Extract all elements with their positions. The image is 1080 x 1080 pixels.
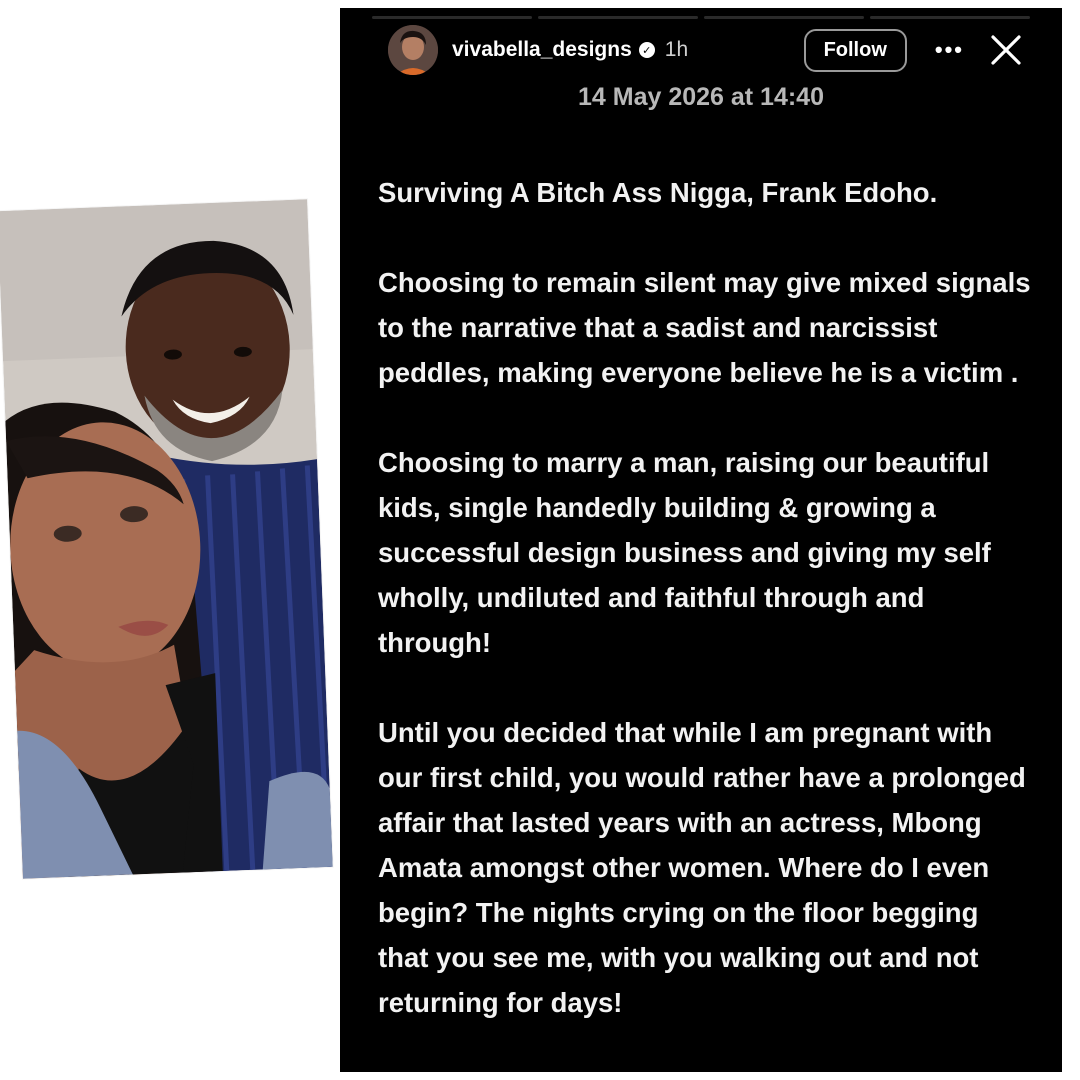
avatar[interactable]	[388, 25, 438, 75]
story-paragraph: Until you decided that while I am pregna…	[378, 717, 1026, 1018]
progress-segment	[704, 16, 864, 19]
story-header: vivabella_designs ✓ 1h Follow •••	[388, 24, 1022, 76]
couple-photo-illustration	[0, 199, 333, 879]
follow-button[interactable]: Follow	[803, 28, 907, 72]
progress-segment	[538, 16, 698, 19]
verified-badge-icon: ✓	[638, 42, 655, 58]
couple-photo	[0, 199, 333, 879]
close-icon[interactable]	[990, 34, 1022, 66]
story-paragraph: Choosing to remain silent may give mixed…	[378, 267, 1031, 388]
story-date: 14 May 2026 at 14:40	[577, 83, 824, 111]
story-paragraph: Surviving A Bitch Ass Nigga, Frank Edoho…	[378, 177, 938, 208]
progress-segment	[870, 16, 1030, 19]
time-ago: 1h	[664, 38, 689, 61]
progress-segment	[372, 16, 532, 19]
username[interactable]: vivabella_designs	[452, 38, 632, 62]
story-paragraph: Choosing to marry a man, raising our bea…	[378, 447, 991, 658]
story-progress-bar	[372, 16, 1030, 19]
more-options-icon[interactable]: •••	[935, 39, 964, 61]
story-panel: vivabella_designs ✓ 1h Follow ••• 14 May…	[340, 8, 1062, 1072]
avatar-image	[388, 25, 438, 75]
story-text: Surviving A Bitch Ass Nigga, Frank Edoho…	[378, 170, 1036, 1025]
